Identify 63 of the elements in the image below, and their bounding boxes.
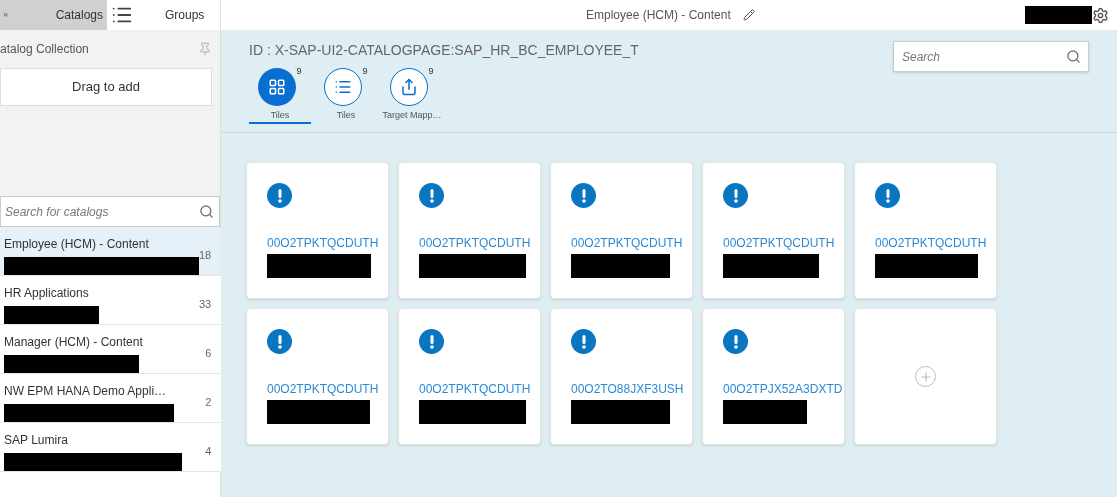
catalog-count: 33 [199,296,212,312]
tile-title: 00O2TPKTQCDUTH [875,235,988,252]
tile-title: 00O2TPKTQCDUTH [419,235,532,252]
alert-icon [723,329,748,354]
top-tab[interactable]: Catalogs [0,0,107,30]
tile-title: 00O2TPKTQCDUTH [419,381,532,398]
catalog-item[interactable]: SAP Lumira 4 [0,423,224,472]
collection-title: atalog Collection [0,41,89,58]
catalog-search-field[interactable]: Search for catalogs [0,196,220,227]
alert-icon [267,183,292,208]
page-title: Employee (HCM) - Content [586,7,731,24]
catalog-name: HR Applications [4,285,90,302]
tile-title: 00O2TPJX52A3DXTD [723,381,844,398]
tile-title: 00O2TPKTQCDUTH [723,235,836,252]
app-tile[interactable]: 00O2TPKTQCDUTH [246,162,389,299]
catalog-name: Employee (HCM) - Content [4,236,150,253]
redaction-bar [1025,6,1092,24]
view-tab[interactable]: 9 Tiles [249,65,311,124]
page-id: ID : X-SAP-UI2-CATALOGPAGE:SAP_HR_BC_EMPLOYEE_T [249,41,640,60]
list-icon [334,78,353,96]
count-label: 9 [362,65,368,78]
catalog-item[interactable]: HR Applications 33 [0,276,224,325]
catalog-name: SAP Lumira [4,432,69,449]
tile-title: 00O2TPKTQCDUTH [267,381,380,398]
tile-title: 00O2TPKTQCDUTH [267,235,380,252]
catalog-name: Manager (HCM) - Content [4,334,144,351]
app-tile[interactable]: 00O2TPKTQCDUTH [398,162,541,299]
alert-icon [419,329,444,354]
add-tile[interactable] [854,308,997,445]
alert-icon [875,183,900,208]
search-field[interactable]: Search [893,41,1089,72]
edit-icon[interactable] [742,9,755,21]
share-icon [400,78,419,96]
app-tile[interactable]: 00O2TPJX52A3DXTD [702,308,845,445]
catalog-item[interactable]: Employee (HCM) - Content 18 [0,227,224,276]
catalog-count: 2 [205,394,212,410]
alert-icon [723,183,748,208]
alert-icon [267,329,292,354]
app-tile[interactable]: 00O2TPKTQCDUTH [854,162,997,299]
count-label: 9 [428,65,434,78]
alert-icon [419,183,444,208]
app-tile[interactable]: 00O2TPKTQCDUTH [398,308,541,445]
catalog-count: 6 [205,345,212,361]
catalog-item[interactable]: Manager (HCM) - Content 6 [0,325,224,374]
count-label: 9 [296,65,302,78]
tile-title: 00O2TPKTQCDUTH [571,235,684,252]
view-tab[interactable]: 9 Tiles [315,65,377,124]
app-tile[interactable]: 00O2TPKTQCDUTH [702,162,845,299]
catalog-count: 18 [199,247,212,263]
catalog-count: 4 [205,443,212,459]
app-tile[interactable]: 00O2TPKTQCDUTH [550,162,693,299]
alert-icon [571,329,596,354]
search-icon [1066,49,1081,64]
view-tab[interactable]: 9 Target Mapp… [381,65,443,124]
catalog-name: NW EPM HANA Demo Appli… [4,383,168,400]
tile-title: 00O2TO88JXF3USH [571,381,685,398]
catalog-item[interactable]: NW EPM HANA Demo Appli… 2 [0,374,224,423]
app-tile[interactable]: 00O2TO88JXF3USH [550,308,693,445]
settings-icon[interactable] [1092,6,1109,24]
app-tile[interactable]: 00O2TPKTQCDUTH [246,308,389,445]
alert-icon [571,183,596,208]
drop-hint: Drag to add [72,78,140,97]
search-icon [199,204,214,219]
